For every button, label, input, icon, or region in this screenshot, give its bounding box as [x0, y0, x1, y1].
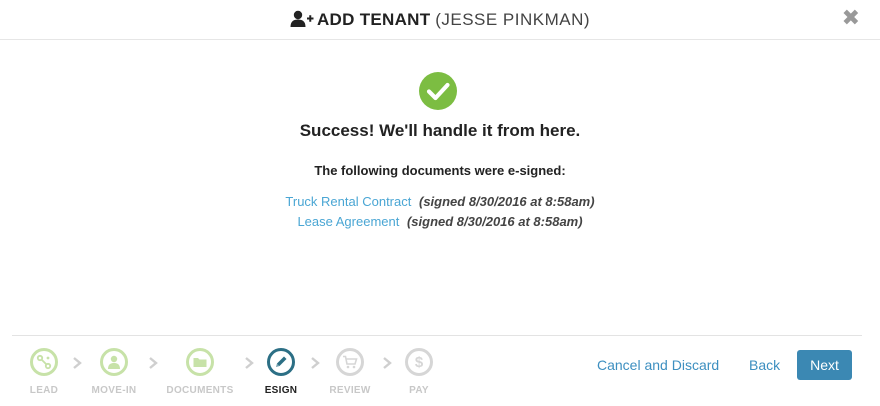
list-item: Truck Rental Contract (signed 8/30/2016 … [0, 192, 880, 212]
chevron-right-icon [149, 357, 158, 369]
step-label: ESIGN [264, 385, 298, 396]
person-icon [100, 348, 128, 376]
documents-list: Truck Rental Contract (signed 8/30/2016 … [0, 192, 880, 232]
signed-timestamp: (signed 8/30/2016 at 8:58am) [418, 194, 595, 209]
route-icon [30, 348, 58, 376]
list-item: Lease Agreement (signed 8/30/2016 at 8:5… [0, 212, 880, 232]
document-link-truck-rental[interactable]: Truck Rental Contract [285, 194, 411, 209]
footer-divider [12, 335, 862, 336]
cart-icon [336, 348, 364, 376]
modal-title: ADD TENANT (JESSE PINKMAN) [0, 8, 880, 35]
step-label: REVIEW [329, 385, 371, 396]
step-label: DOCUMENTS [166, 385, 234, 396]
cancel-discard-button[interactable]: Cancel and Discard [597, 356, 719, 374]
back-button[interactable]: Back [749, 356, 780, 374]
add-user-icon [290, 10, 314, 35]
step-documents: DOCUMENTS [160, 348, 240, 396]
signed-timestamp: (signed 8/30/2016 at 8:58am) [406, 214, 583, 229]
success-message: Success! We'll handle it from here. [299, 121, 581, 140]
modal-header: ADD TENANT (JESSE PINKMAN) ✖ [0, 0, 880, 40]
dollar-icon: $ [405, 348, 433, 376]
pencil-icon [267, 348, 295, 376]
step-label: MOVE-IN [91, 385, 137, 396]
step-review: REVIEW [310, 348, 390, 396]
step-label: LEAD [29, 385, 59, 396]
step-pay: $ PAY [379, 348, 459, 396]
modal-subtitle: (JESSE PINKMAN) [435, 10, 591, 29]
step-label: PAY [409, 385, 429, 396]
next-button[interactable]: Next [797, 350, 852, 380]
step-move-in: MOVE-IN [74, 348, 154, 396]
modal-title-text: ADD TENANT [316, 10, 431, 29]
close-icon[interactable]: ✖ [842, 7, 860, 29]
documents-heading: The following documents were e-signed: [314, 163, 566, 178]
document-link-lease-agreement[interactable]: Lease Agreement [297, 214, 399, 229]
folder-icon [186, 348, 214, 376]
check-circle-icon [419, 72, 457, 110]
